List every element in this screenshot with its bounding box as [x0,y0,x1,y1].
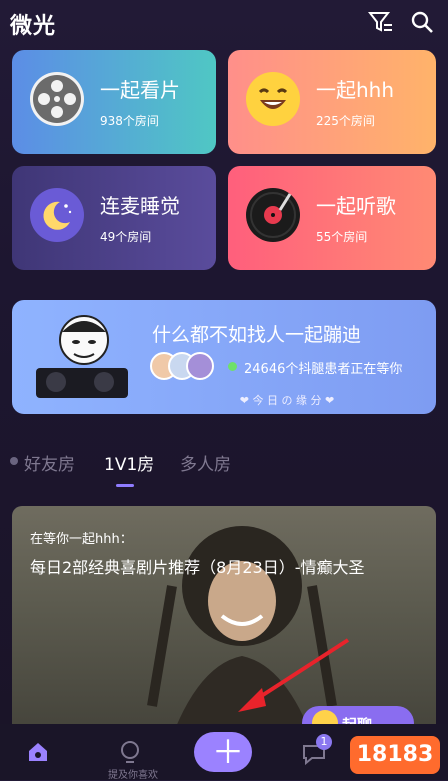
tab-1v1-room[interactable]: 1V1房 [104,450,154,475]
card-room-count: 938个房间 [100,114,159,128]
card-laugh-together[interactable]: 一起hhh 225个房间 [228,50,436,154]
banner-footer-text: ❤ 今 日 の 缘 分 ❤ [239,394,335,407]
watermark-logo: 18183 [350,736,440,774]
card-title: 一起hhh [316,78,395,102]
red-arrow-annotation [232,636,352,716]
lightbulb-icon[interactable] [118,740,142,766]
card-room-count: 225个房间 [316,114,375,128]
dance-together-banner[interactable]: 什么都不如找人一起蹦迪 24646个抖腿患者正在等你 ❤ 今 日 の 缘 分 ❤ [12,300,436,414]
avatar [186,352,214,380]
card-title: 连麦睡觉 [100,194,180,218]
unread-badge: 1 [316,734,332,750]
filter-icon[interactable] [367,10,394,34]
nav-label: 提及你喜欢 [108,770,158,781]
banner-title: 什么都不如找人一起蹦迪 [152,324,362,346]
search-icon[interactable] [410,10,434,34]
plus-icon: ＋ [212,733,245,771]
dj-mascot-illustration [34,310,134,402]
tab-friends-room[interactable]: 好友房 [24,450,75,475]
card-room-count: 49个房间 [100,230,152,244]
card-title: 一起看片 [100,78,180,102]
online-dot [228,362,237,371]
card-listen-music[interactable]: 一起听歌 55个房间 [228,166,436,270]
card-room-count: 55个房间 [316,230,368,244]
vinyl-record-icon [246,188,300,242]
banner-waiting-count: 24646个抖腿患者正在等你 [244,362,403,377]
laughing-emoji-icon [246,72,300,126]
tab-indicator-dot [10,457,18,465]
card-sleep-call[interactable]: 连麦睡觉 49个房间 [12,166,216,270]
film-reel-icon [30,72,84,126]
moon-icon [30,188,84,242]
app-title: 微光 [10,14,57,39]
room-waiting-label: 在等你一起hhh： [30,532,133,547]
home-icon[interactable] [26,740,50,764]
tab-multi-room[interactable]: 多人房 [180,450,231,475]
room-title: 每日2部经典喜剧片推荐（8月23日）-情癫大圣 [30,558,365,577]
card-title: 一起听歌 [316,194,396,218]
tab-active-underline [116,484,134,487]
card-watch-movie[interactable]: 一起看片 938个房间 [12,50,216,154]
